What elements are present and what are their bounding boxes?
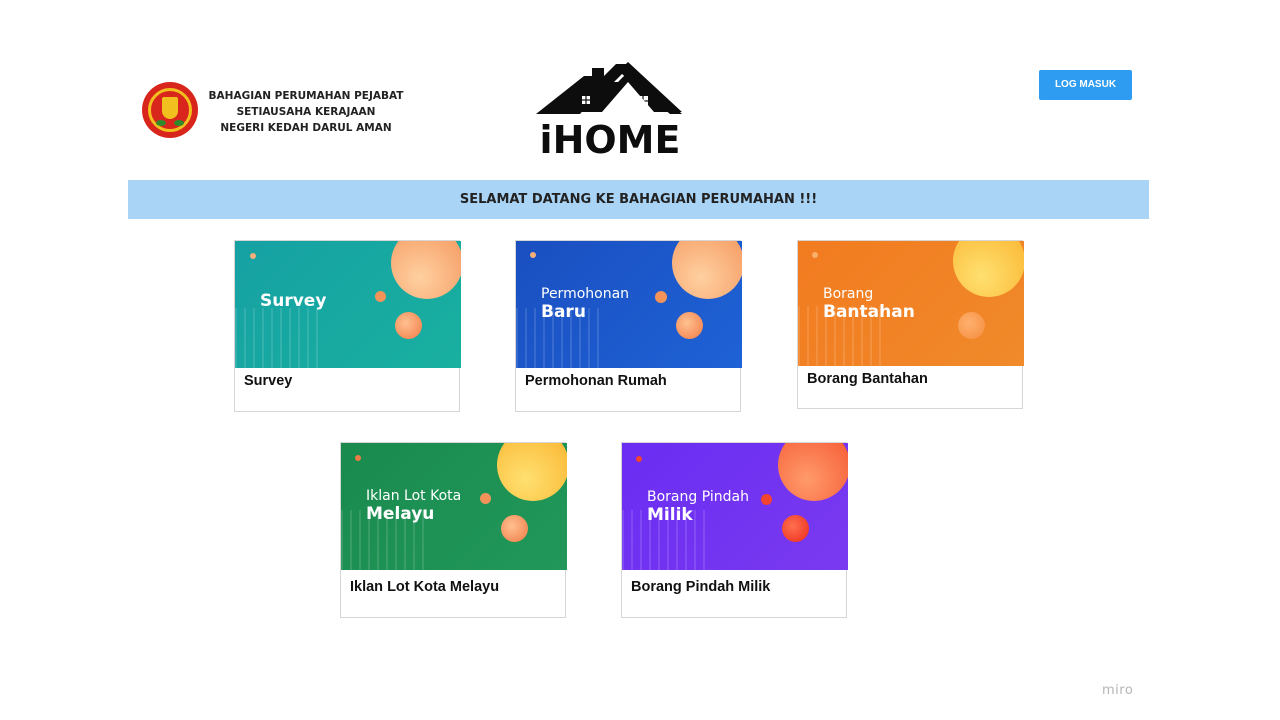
login-button[interactable]: LOG MASUK: [1039, 70, 1132, 100]
card-iklan-banner[interactable]: Iklan Lot Kota Melayu: [341, 443, 567, 570]
card-bantahan-caption: Borang Bantahan: [807, 371, 928, 387]
card-bantahan-banner-line2: Bantahan: [823, 302, 915, 322]
card-borang-bantahan[interactable]: Borang Bantahan Borang Bantahan: [797, 240, 1024, 409]
card-survey[interactable]: Survey Survey: [234, 240, 461, 412]
org-name: BAHAGIAN PERUMAHAN PEJABAT SETIAUSAHA KE…: [196, 88, 416, 136]
kedah-crest-logo: [142, 82, 198, 138]
card-iklan-lot-kota-melayu[interactable]: Iklan Lot Kota Melayu Iklan Lot Kota Mel…: [340, 442, 567, 618]
card-permohonan-banner[interactable]: Permohonan Baru: [516, 241, 742, 368]
card-bantahan-banner[interactable]: Borang Bantahan: [798, 241, 1024, 366]
org-name-line3: NEGERI KEDAH DARUL AMAN: [220, 122, 392, 134]
card-survey-banner[interactable]: Survey: [235, 241, 461, 368]
card-permohonan-banner-line1: Permohonan: [541, 286, 630, 302]
card-pindah-banner[interactable]: Borang Pindah Milik: [622, 443, 848, 570]
miro-watermark: miro: [1102, 683, 1134, 698]
card-permohonan-banner-line2: Baru: [541, 302, 586, 322]
org-name-line1: BAHAGIAN PERUMAHAN PEJABAT: [208, 90, 404, 102]
card-permohonan-caption: Permohonan Rumah: [525, 373, 667, 389]
card-pindah-caption: Borang Pindah Milik: [631, 579, 771, 595]
card-iklan-banner-line1: Iklan Lot Kota: [366, 488, 462, 504]
card-permohonan-rumah[interactable]: Permohonan Baru Permohonan Rumah: [515, 240, 742, 412]
card-bantahan-banner-line1: Borang: [823, 286, 874, 302]
card-pindah-banner-line1: Borang Pindah: [647, 489, 749, 505]
card-survey-banner-title: Survey: [260, 291, 327, 311]
card-iklan-caption: Iklan Lot Kota Melayu: [350, 579, 500, 595]
card-survey-caption: Survey: [244, 373, 293, 389]
org-header: BAHAGIAN PERUMAHAN PEJABAT SETIAUSAHA KE…: [142, 82, 403, 138]
card-borang-pindah-milik[interactable]: Borang Pindah Milik Borang Pindah Milik: [621, 442, 848, 618]
card-pindah-banner-line2: Milik: [647, 505, 693, 525]
ihome-wordmark: iHOME: [539, 118, 681, 162]
card-iklan-banner-line2: Melayu: [366, 504, 435, 524]
welcome-banner: SELAMAT DATANG KE BAHAGIAN PERUMAHAN !!!: [128, 180, 1149, 219]
org-name-line2: SETIAUSAHA KERAJAAN: [236, 106, 376, 118]
